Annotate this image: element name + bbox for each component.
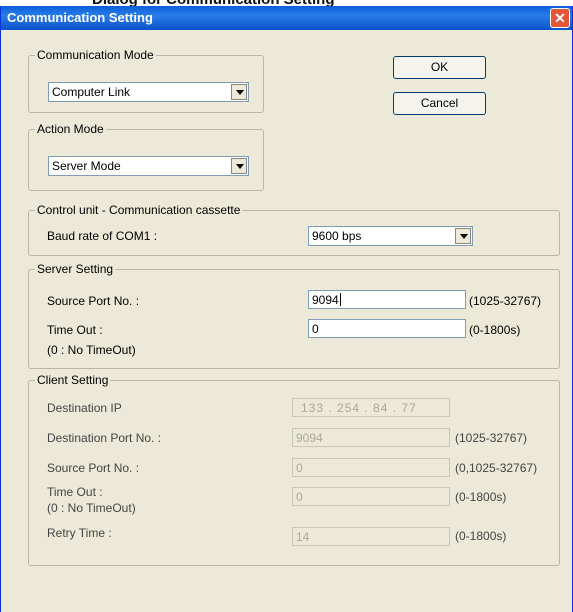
communication-mode-group: Communication Mode Computer Link [28,48,264,113]
server-setting-group: Server Setting Source Port No. : 9094 (1… [28,262,560,369]
client-setting-group: Client Setting Destination IP 133 . 254 … [28,373,560,566]
communication-mode-select[interactable]: Computer Link [48,82,249,102]
server-timeout-note: (0 : No TimeOut) [47,343,136,357]
action-mode-value: Server Mode [52,159,121,173]
retry-time-value: 14 [296,530,310,544]
dialog-window: Communication Setting ✕ Communication Mo… [0,6,573,612]
destination-port-range: (1025-32767) [455,431,528,445]
baud-rate-label: Baud rate of COM1 : [47,229,158,243]
client-source-port-label: Source Port No. : [47,461,140,475]
baud-rate-value: 9600 bps [312,229,362,243]
client-setting-legend: Client Setting [35,373,111,387]
close-button[interactable]: ✕ [550,8,570,28]
destination-ip-input[interactable]: 133 . 254 . 84 . 77 [292,398,450,417]
destination-ip-value: 133 . 254 . 84 . 77 [301,401,417,415]
chevron-down-icon[interactable] [231,158,247,174]
client-timeout-range: (0-1800s) [455,490,507,504]
control-unit-legend: Control unit - Communication cassette [35,203,243,217]
destination-port-label: Destination Port No. : [47,431,162,445]
retry-time-input[interactable]: 14 [292,527,450,546]
server-setting-legend: Server Setting [35,262,116,276]
action-mode-select[interactable]: Server Mode [48,156,249,176]
server-source-port-input[interactable]: 9094 [308,290,466,309]
server-source-port-range: (1025-32767) [469,294,542,308]
client-timeout-input[interactable]: 0 [292,487,450,506]
client-timeout-note: (0 : No TimeOut) [47,501,136,515]
server-source-port-value: 9094 [312,293,339,307]
retry-time-range: (0-1800s) [455,529,507,543]
chevron-down-icon[interactable] [231,84,247,100]
action-mode-group: Action Mode Server Mode [28,122,264,191]
client-source-port-value: 0 [296,461,303,475]
client-timeout-label: Time Out : [47,485,103,499]
chevron-down-icon[interactable] [455,228,471,244]
title-bar[interactable]: Communication Setting ✕ [1,6,572,30]
client-source-port-range: (0,1025-32767) [455,461,538,475]
client-timeout-value: 0 [296,490,303,504]
server-timeout-input[interactable]: 0 [308,319,466,338]
baud-rate-select[interactable]: 9600 bps [308,226,473,246]
server-source-port-label: Source Port No. : [47,294,140,308]
communication-mode-legend: Communication Mode [35,48,156,62]
window-title: Communication Setting [7,10,153,25]
server-timeout-label: Time Out : [47,323,103,337]
ok-button[interactable]: OK [393,56,486,79]
client-source-port-input[interactable]: 0 [292,458,450,477]
destination-port-value: 9094 [296,431,323,445]
destination-ip-label: Destination IP [47,401,122,415]
destination-port-input[interactable]: 9094 [292,428,450,447]
cancel-button[interactable]: Cancel [393,92,486,115]
control-unit-group: Control unit - Communication cassette Ba… [28,203,560,256]
server-timeout-range: (0-1800s) [469,323,521,337]
action-mode-legend: Action Mode [35,122,106,136]
communication-mode-value: Computer Link [52,85,131,99]
close-icon: ✕ [554,10,566,26]
retry-time-label: Retry Time : [47,526,112,540]
server-timeout-value: 0 [312,322,319,336]
